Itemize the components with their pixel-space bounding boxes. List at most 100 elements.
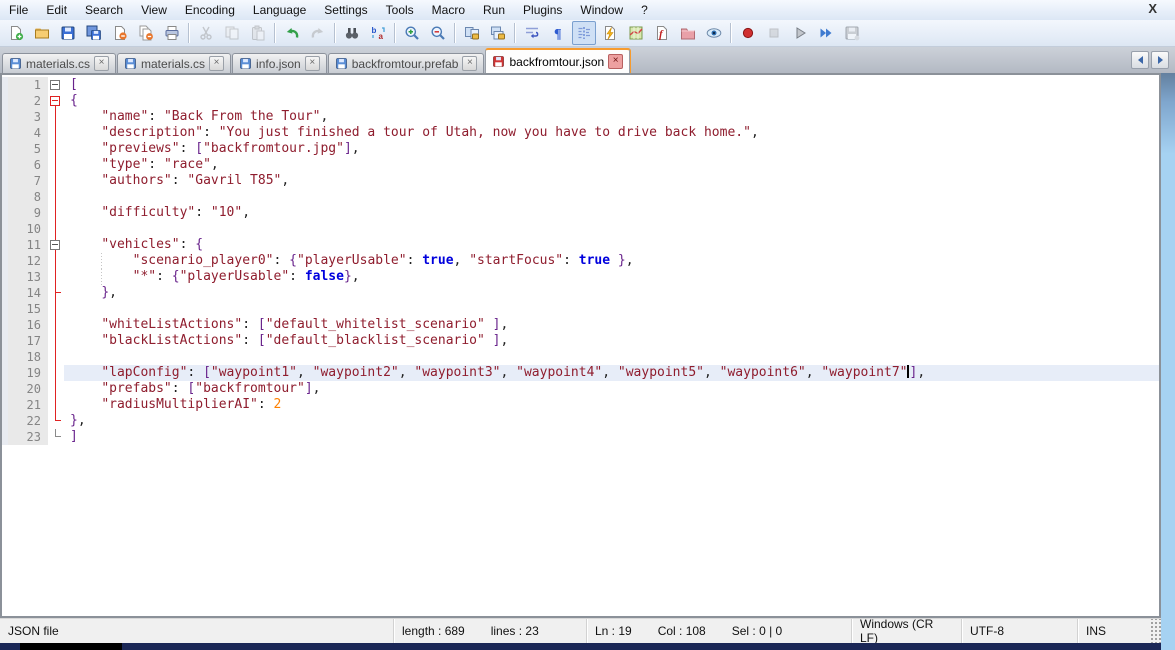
zoom-in-icon[interactable] xyxy=(400,21,424,45)
monitoring-icon[interactable] xyxy=(702,21,726,45)
show-indent-guide-icon[interactable] xyxy=(572,21,596,45)
menu-item-language[interactable]: Language xyxy=(244,1,315,19)
status-insert-mode[interactable]: INS xyxy=(1078,619,1149,643)
close-tab-icon[interactable]: × xyxy=(209,56,225,71)
fold-margin[interactable] xyxy=(48,125,64,141)
close-window-button[interactable]: X xyxy=(1144,1,1161,16)
scroll-tabs-right-button[interactable] xyxy=(1151,51,1169,69)
record-macro-icon[interactable] xyxy=(736,21,760,45)
run-macro-multiple-icon[interactable] xyxy=(814,21,838,45)
fold-margin[interactable] xyxy=(48,77,64,93)
tab-info-json[interactable]: info.json × xyxy=(232,53,327,73)
fold-margin[interactable] xyxy=(48,141,64,157)
fold-margin[interactable] xyxy=(48,269,64,285)
code-text[interactable]: [ xyxy=(64,77,1159,93)
open-icon[interactable] xyxy=(30,21,54,45)
fold-margin[interactable] xyxy=(48,205,64,221)
fold-margin[interactable] xyxy=(48,349,64,365)
menu-item-search[interactable]: Search xyxy=(76,1,132,19)
find-icon[interactable] xyxy=(340,21,364,45)
fold-margin[interactable] xyxy=(48,173,64,189)
menu-item-plugins[interactable]: Plugins xyxy=(514,1,571,19)
code-text[interactable]: "name": "Back From the Tour", xyxy=(64,109,1159,125)
code-text[interactable]: "type": "race", xyxy=(64,157,1159,173)
document-map-icon[interactable] xyxy=(624,21,648,45)
fold-margin[interactable] xyxy=(48,93,64,109)
close-tab-icon[interactable]: × xyxy=(94,56,110,71)
code-text[interactable]: }, xyxy=(64,413,1159,429)
code-text[interactable]: "authors": "Gavril T85", xyxy=(64,173,1159,189)
code-text[interactable]: "description": "You just finished a tour… xyxy=(64,125,1159,141)
fold-margin[interactable] xyxy=(48,365,64,381)
code-text[interactable]: }, xyxy=(64,285,1159,301)
code-text[interactable]: "*": {"playerUsable": false}, xyxy=(64,269,1159,285)
fold-margin[interactable] xyxy=(48,157,64,173)
code-text[interactable]: "lapConfig": ["waypoint1", "waypoint2", … xyxy=(64,365,1159,381)
tab-materials-cs[interactable]: materials.cs × xyxy=(117,53,232,73)
menu-item-view[interactable]: View xyxy=(132,1,176,19)
code-text[interactable]: "blackListActions": ["default_blacklist_… xyxy=(64,333,1159,349)
undo-icon[interactable] xyxy=(280,21,304,45)
replace-icon[interactable]: ba xyxy=(366,21,390,45)
zoom-out-icon[interactable] xyxy=(426,21,450,45)
close-icon[interactable] xyxy=(108,21,132,45)
sync-vertical-icon[interactable] xyxy=(460,21,484,45)
fold-margin[interactable] xyxy=(48,253,64,269)
code-text[interactable]: "scenario_player0": {"playerUsable": tru… xyxy=(64,253,1159,269)
fold-margin[interactable] xyxy=(48,221,64,237)
fold-margin[interactable] xyxy=(48,381,64,397)
fold-margin[interactable] xyxy=(48,413,64,429)
tab-backfromtour-json[interactable]: backfromtour.json × xyxy=(485,48,631,73)
menu-item-help[interactable]: ? xyxy=(632,1,657,19)
status-eol-format[interactable]: Windows (CR LF) xyxy=(852,617,962,645)
menu-item-run[interactable]: Run xyxy=(474,1,514,19)
play-macro-icon[interactable] xyxy=(788,21,812,45)
menu-item-encoding[interactable]: Encoding xyxy=(176,1,244,19)
folder-as-workspace-icon[interactable] xyxy=(676,21,700,45)
new-file-icon[interactable] xyxy=(4,21,28,45)
menu-item-file[interactable]: File xyxy=(0,1,37,19)
code-text[interactable] xyxy=(64,301,1159,317)
fold-margin[interactable] xyxy=(48,189,64,205)
close-tab-icon[interactable]: × xyxy=(608,54,624,69)
save-icon[interactable] xyxy=(56,21,80,45)
sync-horizontal-icon[interactable] xyxy=(486,21,510,45)
tab-materials-cs[interactable]: materials.cs × xyxy=(2,53,117,73)
show-all-characters-icon[interactable]: ¶ xyxy=(546,21,570,45)
fold-margin[interactable] xyxy=(48,429,64,445)
code-text[interactable]: "vehicles": { xyxy=(64,237,1159,253)
fold-margin[interactable] xyxy=(48,109,64,125)
fold-margin[interactable] xyxy=(48,285,64,301)
code-text[interactable]: { xyxy=(64,93,1159,109)
menu-item-edit[interactable]: Edit xyxy=(37,1,76,19)
code-text[interactable]: ] xyxy=(64,429,1159,445)
code-text[interactable]: "radiusMultiplierAI": 2 xyxy=(64,397,1159,413)
code-text[interactable]: "difficulty": "10", xyxy=(64,205,1159,221)
close-tab-icon[interactable]: × xyxy=(462,56,478,71)
code-text[interactable]: "whiteListActions": ["default_whitelist_… xyxy=(64,317,1159,333)
fold-margin[interactable] xyxy=(48,317,64,333)
code-text[interactable] xyxy=(64,189,1159,205)
tab-backfromtour-prefab[interactable]: backfromtour.prefab × xyxy=(327,53,485,73)
print-icon[interactable] xyxy=(160,21,184,45)
fold-margin[interactable] xyxy=(48,237,64,253)
menu-item-settings[interactable]: Settings xyxy=(315,1,376,19)
text-editor-area[interactable]: 1[2{3 "name": "Back From the Tour", 4 "de… xyxy=(0,73,1161,618)
function-list-icon[interactable]: f xyxy=(650,21,674,45)
menu-item-window[interactable]: Window xyxy=(571,1,632,19)
close-tab-icon[interactable]: × xyxy=(304,56,320,71)
fold-margin[interactable] xyxy=(48,301,64,317)
menu-item-tools[interactable]: Tools xyxy=(377,1,423,19)
user-defined-dialog-icon[interactable] xyxy=(598,21,622,45)
code-text[interactable]: "previews": ["backfromtour.jpg"], xyxy=(64,141,1159,157)
fold-margin[interactable] xyxy=(48,333,64,349)
menu-item-macro[interactable]: Macro xyxy=(423,1,474,19)
word-wrap-icon[interactable] xyxy=(520,21,544,45)
code-text[interactable]: "prefabs": ["backfromtour"], xyxy=(64,381,1159,397)
status-encoding[interactable]: UTF-8 xyxy=(962,619,1078,643)
code-text[interactable] xyxy=(64,349,1159,365)
code-text[interactable] xyxy=(64,221,1159,237)
save-all-icon[interactable] xyxy=(82,21,106,45)
fold-margin[interactable] xyxy=(48,397,64,413)
close-all-icon[interactable] xyxy=(134,21,158,45)
